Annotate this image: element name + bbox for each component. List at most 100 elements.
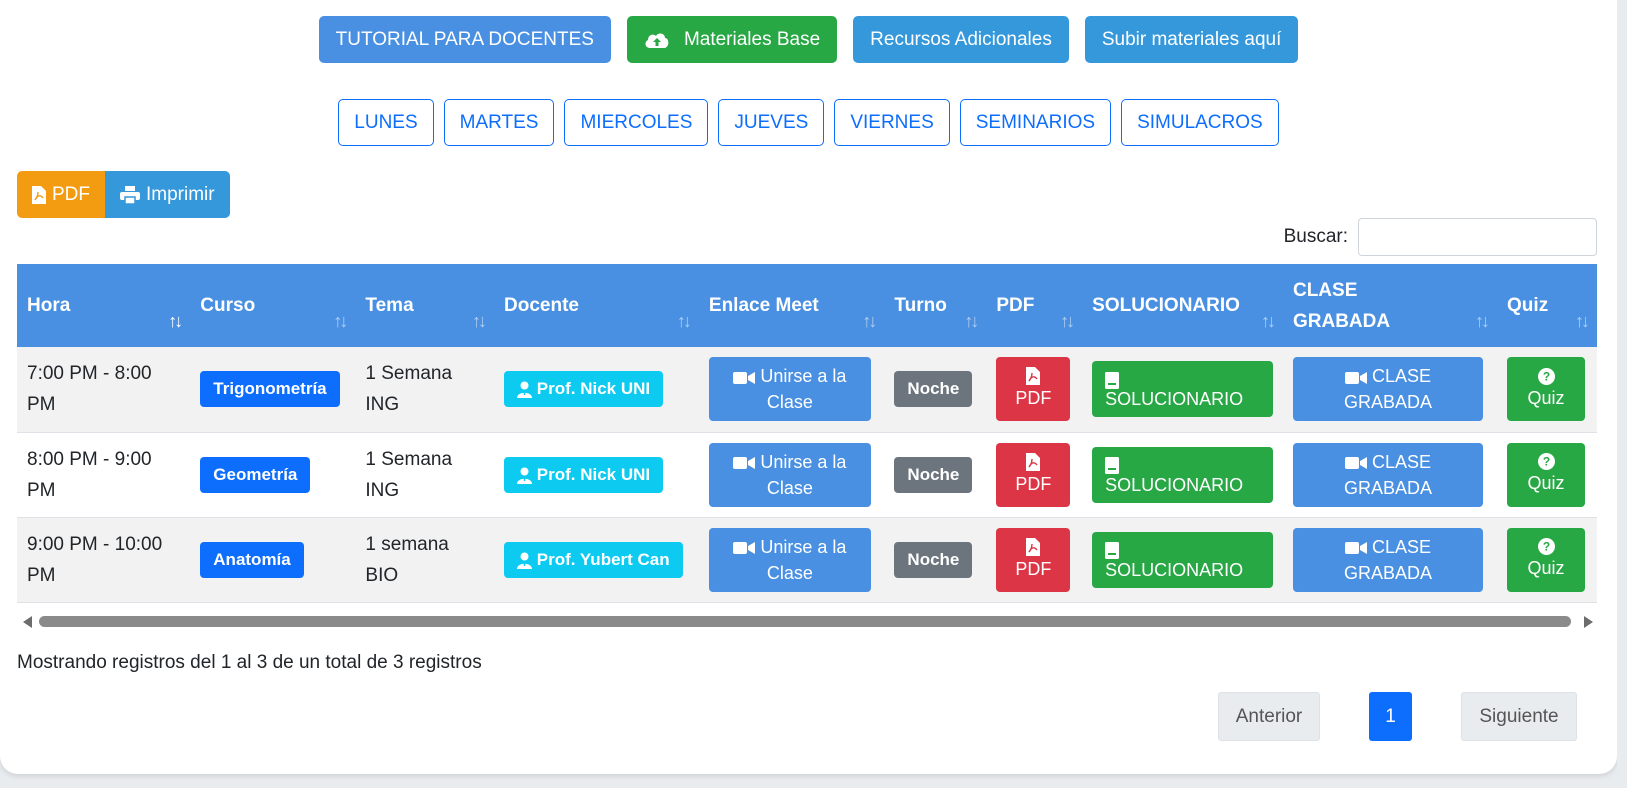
header-solucionario-label: SOLUCIONARIO (1092, 295, 1240, 316)
cell-turno: Noche (884, 347, 986, 432)
tab-seminarios[interactable]: SEMINARIOS (959, 99, 1112, 146)
table-row: 9:00 PM - 10:00 PM Anatomía 1 semana BIO P… (17, 517, 1597, 602)
join-meet-button[interactable]: Unirse a la Clase (708, 442, 871, 507)
horizontal-scrollbar[interactable] (17, 614, 1597, 628)
cell-hora: 7:00 PM - 8:00 PM (17, 347, 190, 432)
header-docente[interactable]: Docente ↑↓ (494, 264, 699, 347)
pagination-page-1[interactable]: 1 (1369, 692, 1412, 741)
sort-icon: ↑↓ (1475, 311, 1490, 331)
scroll-thumb[interactable] (39, 616, 1571, 627)
header-quiz-label: Quiz (1507, 295, 1549, 316)
search-input[interactable] (1358, 218, 1597, 256)
video-camera-icon (733, 541, 756, 555)
recursos-adicionales-button[interactable]: Recursos Adicionales (853, 16, 1069, 63)
scroll-right-icon[interactable] (1584, 616, 1593, 628)
join-meet-button[interactable]: Unirse a la Clase (708, 357, 871, 422)
docente-badge: Prof. Nick UNI (504, 371, 664, 408)
solucionario-button[interactable]: SOLUCIONARIO (1092, 361, 1273, 418)
tab-viernes[interactable]: VIERNES (834, 99, 950, 146)
file-pdf-icon (1026, 537, 1041, 556)
pdf-label: PDF (1015, 473, 1052, 494)
clase-grabada-button[interactable]: CLASE GRABADA (1292, 527, 1483, 592)
question-circle-icon: ? (1537, 453, 1555, 470)
tab-martes[interactable]: MARTES (443, 99, 555, 146)
question-circle-icon: ? (1537, 367, 1555, 385)
meet-label: Unirse a la Clase (760, 451, 847, 498)
sort-icon: ↑↓ (676, 311, 692, 331)
join-meet-button[interactable]: Unirse a la Clase (708, 527, 871, 592)
cell-turno: Noche (884, 517, 986, 602)
print-button[interactable]: Imprimir (105, 171, 230, 218)
tab-simulacros[interactable]: SIMULACROS (1121, 99, 1279, 146)
tab-lunes[interactable]: LUNES (338, 99, 434, 146)
clase-grabada-button[interactable]: CLASE GRABADA (1292, 357, 1483, 422)
hora-text: 7:00 PM - 8:00 PM (27, 363, 152, 416)
user-icon (517, 467, 533, 484)
cell-grabada: CLASE GRABADA (1283, 517, 1497, 602)
tab-miercoles[interactable]: MIERCOLES (564, 99, 709, 146)
cell-meet: Unirse a la Clase (699, 347, 885, 432)
clase-grabada-button[interactable]: CLASE GRABADA (1292, 442, 1483, 507)
docente-name: Prof. Nick UNI (536, 464, 651, 484)
question-circle-icon: ? (1537, 538, 1555, 555)
printer-icon (120, 185, 140, 204)
file-pdf-icon (1026, 367, 1041, 386)
pdf-button[interactable]: PDF (996, 357, 1071, 422)
table-row: 8:00 PM - 9:00 PM Geometría 1 Semana ING P… (17, 432, 1597, 517)
schedule-table: Hora ↑↓ Curso ↑↓ Tema ↑↓ Docente ↑↓ Enlace M… (17, 264, 1597, 603)
header-hora[interactable]: Hora ↑↓ (17, 264, 190, 347)
scroll-left-icon[interactable] (23, 616, 32, 628)
cell-pdf: PDF (986, 432, 1082, 517)
book-icon (1105, 372, 1120, 389)
video-camera-icon (1344, 371, 1367, 385)
header-enlace-meet[interactable]: Enlace Meet ↑↓ (699, 264, 885, 347)
quiz-button[interactable]: ? Quiz (1507, 357, 1586, 422)
sort-icon: ↑↓ (1060, 311, 1075, 331)
header-turno[interactable]: Turno ↑↓ (884, 264, 986, 347)
pdf-button[interactable]: PDF (996, 442, 1071, 507)
pdf-button[interactable]: PDF (996, 527, 1071, 592)
header-docente-label: Docente (504, 295, 579, 316)
curso-badge: Anatomía (200, 541, 304, 578)
tab-jueves[interactable]: JUEVES (718, 99, 825, 146)
header-curso-label: Curso (200, 295, 256, 316)
header-meet-label: Enlace Meet (708, 295, 819, 316)
quiz-button[interactable]: ? Quiz (1507, 442, 1586, 507)
header-pdf[interactable]: PDF ↑↓ (986, 264, 1082, 347)
materiales-label: Materiales Base (683, 28, 821, 50)
sort-icon: ↑↓ (862, 311, 877, 331)
pagination: Anterior 1 Siguiente (1218, 692, 1577, 741)
export-pdf-button[interactable]: PDF (17, 171, 105, 218)
subir-materiales-button[interactable]: Subir materiales aquí (1084, 16, 1299, 63)
header-clase-grabada[interactable]: CLASE GRABADA ↑↓ (1283, 264, 1497, 347)
cell-hora: 8:00 PM - 9:00 PM (17, 432, 190, 517)
video-camera-icon (733, 456, 756, 470)
sort-icon: ↑↓ (333, 311, 348, 331)
svg-text:?: ? (1542, 455, 1549, 469)
subir-label: Subir materiales aquí (1101, 28, 1282, 50)
pdf-label: PDF (1015, 388, 1052, 409)
header-curso[interactable]: Curso ↑↓ (190, 264, 355, 347)
user-icon (517, 381, 533, 399)
solucionario-button[interactable]: SOLUCIONARIO (1092, 531, 1273, 588)
sort-icon: ↑↓ (168, 311, 183, 331)
cell-tema: 1 semana BIO (355, 517, 494, 602)
pagination-previous[interactable]: Anterior (1218, 692, 1320, 741)
cell-solucionario: SOLUCIONARIO (1082, 347, 1283, 432)
curso-badge: Trigonometría (200, 371, 340, 408)
user-icon (517, 552, 533, 569)
header-tema[interactable]: Tema ↑↓ (355, 264, 494, 347)
pagination-next[interactable]: Siguiente (1461, 692, 1577, 741)
materiales-base-button[interactable]: Materiales Base (626, 16, 838, 63)
search-area: Buscar: (1284, 218, 1597, 256)
tutorial-button[interactable]: TUTORIAL PARA DOCENTES (318, 16, 611, 63)
svg-text:?: ? (1542, 540, 1549, 554)
cell-grabada: CLASE GRABADA (1283, 432, 1497, 517)
solucionario-button[interactable]: SOLUCIONARIO (1092, 446, 1273, 503)
header-solucionario[interactable]: SOLUCIONARIO ↑↓ (1082, 264, 1283, 347)
docente-name: Prof. Yubert Can (536, 549, 670, 569)
solucionario-label: SOLUCIONARIO (1105, 389, 1244, 410)
quiz-button[interactable]: ? Quiz (1507, 527, 1586, 592)
table-row: 7:00 PM - 8:00 PM Trigonometría 1 Semana I… (17, 347, 1597, 432)
header-quiz[interactable]: Quiz ↑↓ (1497, 264, 1597, 347)
